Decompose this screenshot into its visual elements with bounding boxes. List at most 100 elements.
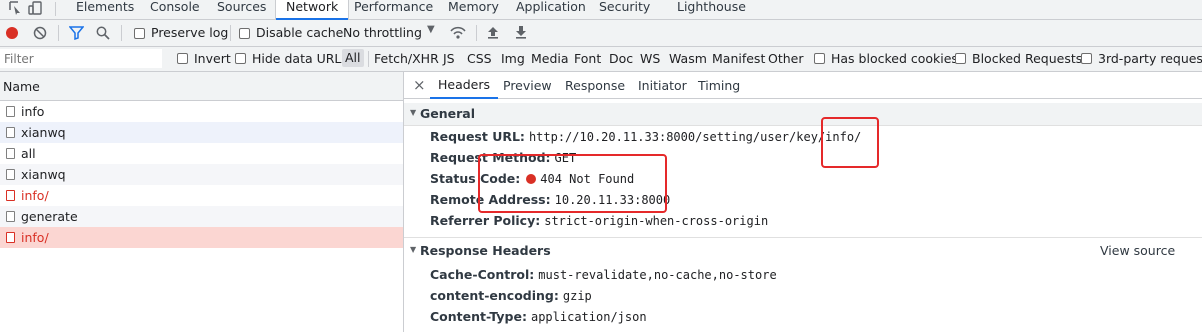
invert-label: Invert (194, 51, 231, 66)
request-name: all (21, 146, 36, 161)
tab-network[interactable]: Network (275, 0, 350, 20)
annotation-box-url (821, 117, 879, 168)
network-conditions-icon[interactable] (449, 25, 467, 40)
content-type-key: Content-Type: (430, 309, 527, 324)
type-filter-css[interactable]: CSS (467, 51, 492, 66)
file-icon (6, 232, 15, 243)
referrer-policy-key: Referrer Policy: (430, 213, 541, 228)
tab-elements[interactable]: Elements (76, 0, 134, 19)
response-headers-section-header[interactable]: ▼ Response Headers View source (404, 238, 1202, 262)
tab-performance[interactable]: Performance (354, 0, 433, 19)
tab-memory[interactable]: Memory (448, 0, 499, 19)
type-filter-font[interactable]: Font (574, 51, 601, 66)
triangle-down-icon: ▼ (410, 108, 417, 117)
tab-security[interactable]: Security (599, 0, 650, 19)
request-url-value: http://10.20.11.33:8000/setting/user/key… (528, 130, 862, 144)
general-section-header[interactable]: ▼ General (404, 103, 1202, 126)
name-column-header[interactable]: Name (3, 79, 40, 94)
tab-network-label: Network (286, 0, 339, 14)
invert-checkbox[interactable] (177, 53, 188, 64)
record-icon[interactable] (6, 27, 18, 39)
devtools-tabbar: Elements Console Sources Network Perform… (0, 0, 1202, 20)
list-item[interactable]: all (0, 143, 403, 164)
cache-control-value: must-revalidate,no-cache,no-store (538, 268, 777, 282)
list-item[interactable]: info/ (0, 185, 403, 206)
clear-icon[interactable] (33, 26, 47, 40)
file-icon (6, 190, 15, 201)
type-filter-js[interactable]: JS (443, 51, 455, 66)
disable-cache-label: Disable cache (256, 25, 344, 40)
close-icon[interactable]: × (413, 76, 426, 94)
tab-sources[interactable]: Sources (217, 0, 266, 19)
search-icon[interactable] (96, 26, 110, 40)
type-filter-fetch-xhr[interactable]: Fetch/XHR (374, 51, 439, 66)
blocked-requests-checkbox[interactable] (955, 53, 966, 64)
general-title: General (420, 106, 475, 121)
cache-control-row: Cache-Control: must-revalidate,no-cache,n… (430, 267, 777, 282)
has-blocked-cookies-label: Has blocked cookies (831, 51, 958, 66)
tab-headers[interactable]: Headers (430, 72, 499, 99)
type-filter-img[interactable]: Img (501, 51, 525, 66)
chevron-down-icon: ▼ (427, 24, 435, 35)
request-url-key: Request URL: (430, 129, 525, 144)
content-encoding-row: content-encoding: gzip (430, 288, 592, 303)
filter-input[interactable] (0, 49, 162, 68)
network-toolbar: Preserve log Disable cache No throttling… (0, 20, 1202, 47)
referrer-policy-value: strict-origin-when-cross-origin (544, 214, 769, 228)
tab-lighthouse[interactable]: Lighthouse (677, 0, 746, 19)
preserve-log-checkbox[interactable] (134, 28, 145, 39)
cache-control-key: Cache-Control: (430, 267, 535, 282)
list-item[interactable]: xianwq (0, 122, 403, 143)
third-party-checkbox[interactable] (1081, 53, 1092, 64)
view-source-button[interactable]: View source (1100, 243, 1175, 258)
type-filter-ws[interactable]: WS (640, 51, 660, 66)
response-headers-title: Response Headers (420, 243, 551, 258)
tab-application[interactable]: Application (516, 0, 586, 19)
list-header: Name (0, 72, 403, 101)
tab-initiator[interactable]: Initiator (638, 78, 687, 93)
content-type-value: application/json (530, 310, 647, 324)
request-name: generate (21, 209, 78, 224)
type-filter-manifest[interactable]: Manifest (712, 51, 765, 66)
content-encoding-key: content-encoding: (430, 288, 559, 303)
type-filter-wasm[interactable]: Wasm (669, 51, 707, 66)
type-filter-doc[interactable]: Doc (609, 51, 633, 66)
request-name: xianwq (21, 125, 66, 140)
preserve-log-label: Preserve log (151, 25, 229, 40)
tab-console[interactable]: Console (150, 0, 200, 19)
has-blocked-cookies-checkbox[interactable] (814, 53, 825, 64)
tab-preview[interactable]: Preview (503, 78, 552, 93)
list-item[interactable]: generate (0, 206, 403, 227)
request-name: info (21, 104, 45, 119)
hide-data-urls-checkbox[interactable] (235, 53, 246, 64)
filter-bar: Invert Hide data URLs All Fetch/XHR JS C… (0, 47, 1202, 72)
request-list: Name info xianwq all xianwq info/generate inf… (0, 72, 404, 332)
file-icon (6, 106, 15, 117)
list-item[interactable]: info (0, 101, 403, 122)
inspect-element-icon[interactable] (9, 1, 21, 15)
blocked-requests-label: Blocked Requests (972, 51, 1083, 66)
device-toolbar-icon[interactable] (28, 1, 44, 15)
request-name: info/ (21, 188, 49, 203)
triangle-down-icon: ▼ (410, 245, 417, 254)
tab-response[interactable]: Response (565, 78, 625, 93)
content-type-row: Content-Type: application/json (430, 309, 647, 324)
list-item[interactable]: info/ (0, 227, 403, 248)
request-name: xianwq (21, 167, 66, 182)
throttling-select[interactable]: No throttling (343, 25, 422, 40)
file-icon (6, 127, 15, 138)
disable-cache-checkbox[interactable] (239, 28, 250, 39)
list-item[interactable]: xianwq (0, 164, 403, 185)
request-name: info/ (21, 230, 49, 245)
download-icon[interactable] (515, 25, 527, 39)
tab-timing[interactable]: Timing (698, 78, 740, 93)
file-icon (6, 211, 15, 222)
type-filter-all[interactable]: All (342, 49, 364, 67)
hide-data-urls-label: Hide data URLs (252, 51, 348, 66)
referrer-policy-row: Referrer Policy: strict-origin-when-cross… (430, 213, 768, 228)
type-filter-media[interactable]: Media (531, 51, 569, 66)
upload-icon[interactable] (487, 25, 499, 39)
type-filter-other[interactable]: Other (768, 51, 804, 66)
detail-tabbar: × Headers Preview Response Initiator Tim… (404, 72, 1202, 99)
filter-icon[interactable] (69, 26, 84, 40)
